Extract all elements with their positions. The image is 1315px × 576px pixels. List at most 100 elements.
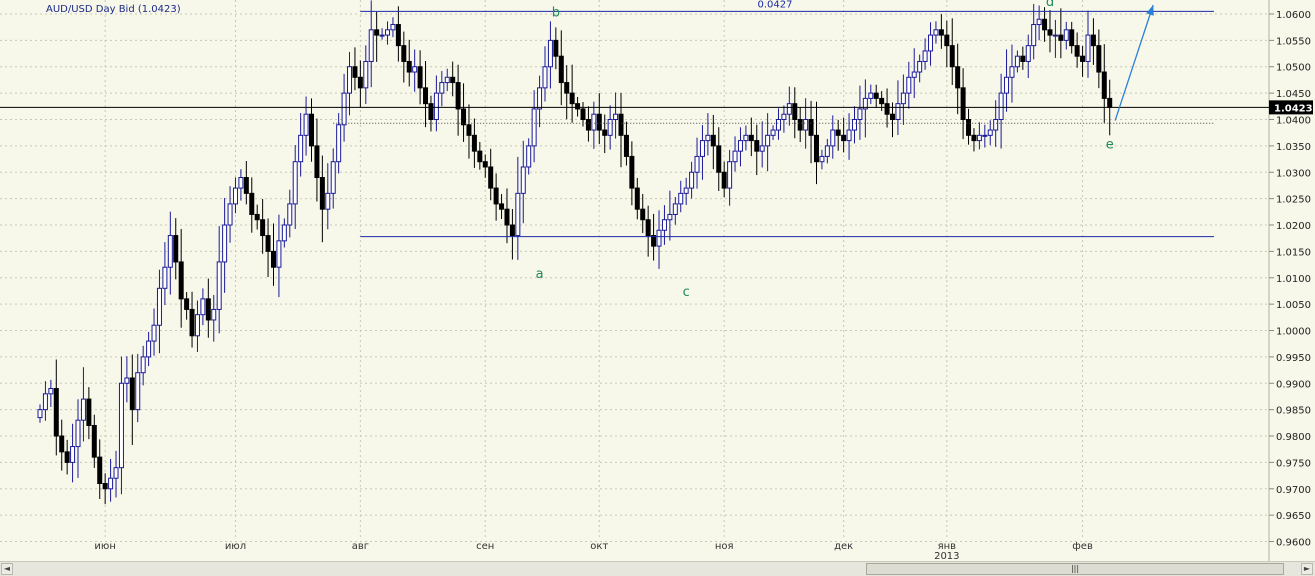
candle-body-down xyxy=(835,129,841,136)
candle-body-up xyxy=(547,39,553,68)
candle-body-up xyxy=(998,92,1004,120)
candle-body-up xyxy=(385,29,391,36)
candle-body-down xyxy=(1096,45,1102,73)
candle-body-up xyxy=(48,388,54,395)
candle-body-up xyxy=(537,87,543,110)
candle-body-down xyxy=(129,377,135,411)
y-tick-label: 0.9750 xyxy=(1276,458,1311,469)
price-chart: 1.0600 1.0550 1.0500 1.0450 1.0400 1.0350 1.03… xyxy=(0,0,1315,561)
candle-body-up xyxy=(1004,76,1010,94)
candle-body-down xyxy=(1047,29,1053,36)
candle-body-down xyxy=(249,192,255,215)
candle-body-up xyxy=(770,129,776,136)
candle-body-down xyxy=(499,203,505,210)
candle-body-up xyxy=(368,29,374,62)
candle-body-up xyxy=(287,203,293,226)
candle-body-up xyxy=(113,467,119,479)
candle-body-up xyxy=(857,108,863,120)
candle-body-up xyxy=(542,66,548,89)
candle-body-down xyxy=(374,29,380,36)
y-tick-label: 1.0350 xyxy=(1276,142,1311,153)
candle-body-up xyxy=(786,103,792,115)
candle-body-down xyxy=(710,134,716,147)
candle-body-down xyxy=(575,103,581,110)
x-tick-label: июн xyxy=(94,541,115,552)
candle-body-down xyxy=(792,103,798,120)
candle-body-up xyxy=(982,134,988,137)
y-tick-label: 1.0250 xyxy=(1276,195,1311,206)
candle-body-down xyxy=(1107,97,1113,108)
candle-body-up xyxy=(156,287,162,326)
wave-label-b: b xyxy=(552,6,560,21)
candle-body-up xyxy=(689,171,695,189)
candle-body-up xyxy=(1025,45,1031,62)
y-tick-label: 1.0400 xyxy=(1276,115,1311,126)
x-tick-label: ноя xyxy=(715,541,734,552)
candle-body-up xyxy=(108,477,114,490)
candle-body-up xyxy=(900,92,906,105)
candle-body-up xyxy=(819,155,825,163)
candle-body-up xyxy=(1085,34,1091,62)
candle-body-down xyxy=(721,171,727,189)
candle-body-up xyxy=(140,356,146,374)
horizontal-scrollbar[interactable]: ◄ ||| ► xyxy=(0,561,1315,576)
candle-body-down xyxy=(944,34,950,47)
candle-body-down xyxy=(254,213,260,221)
candle-body-down xyxy=(841,134,847,142)
candle-body-up xyxy=(613,113,619,120)
candle-body-up xyxy=(1052,34,1058,37)
candle-body-down xyxy=(423,87,429,105)
x-tick-label: авг xyxy=(352,541,369,552)
candle-body-up xyxy=(678,192,684,205)
scroll-thumb[interactable]: ||| xyxy=(866,563,1284,575)
candle-body-down xyxy=(53,388,59,437)
candle-body-up xyxy=(222,224,228,263)
x-tick-label: дек xyxy=(834,541,853,552)
candle-body-down xyxy=(455,82,461,110)
candle-body-up xyxy=(906,76,912,94)
y-tick-label: 0.9700 xyxy=(1276,485,1311,496)
candle-body-down xyxy=(477,150,483,163)
candle-body-up xyxy=(363,60,369,89)
candle-body-down xyxy=(270,250,276,268)
candle-body-up xyxy=(151,324,157,342)
candle-body-down xyxy=(1069,29,1075,47)
candle-body-up xyxy=(987,129,993,136)
x-tick-label: июл xyxy=(225,541,246,552)
candle-body-down xyxy=(428,103,434,120)
candle-body-down xyxy=(966,118,972,136)
candle-body-up xyxy=(124,377,130,384)
candle-body-down xyxy=(260,219,266,237)
wave-label-d: d xyxy=(1046,0,1054,10)
y-tick-label: 1.0300 xyxy=(1276,168,1311,179)
candle-body-up xyxy=(928,34,934,52)
candle-body-up xyxy=(1036,18,1042,26)
scroll-left-button[interactable]: ◄ xyxy=(1,563,13,575)
candle-body-down xyxy=(59,435,65,453)
candle-body-down xyxy=(1101,71,1107,99)
candle-body-down xyxy=(1020,55,1026,62)
candle-body-up xyxy=(162,266,168,289)
candle-body-down xyxy=(401,45,407,62)
candle-body-down xyxy=(309,113,314,147)
candle-body-down xyxy=(754,140,760,152)
candle-body-down xyxy=(890,113,896,120)
y-tick-label: 0.9850 xyxy=(1276,406,1311,417)
candle-body-down xyxy=(471,134,477,152)
candle-body-up xyxy=(1014,55,1020,68)
candle-body-up xyxy=(824,145,830,157)
candle-body-down xyxy=(558,55,564,84)
candle-body-up xyxy=(895,103,901,120)
candle-body-up xyxy=(803,118,809,131)
candle-body-up xyxy=(683,187,689,194)
candle-body-down xyxy=(808,118,814,136)
scroll-right-button[interactable]: ► xyxy=(1301,563,1313,575)
candle-body-up xyxy=(276,240,282,268)
candle-body-up xyxy=(1009,66,1015,78)
y-tick-label: 0.9600 xyxy=(1276,538,1311,549)
candle-body-up xyxy=(298,134,304,163)
candle-body-up xyxy=(917,60,923,73)
candle-body-down xyxy=(938,29,944,36)
candle-body-down xyxy=(748,134,754,142)
candle-body-up xyxy=(341,92,347,126)
